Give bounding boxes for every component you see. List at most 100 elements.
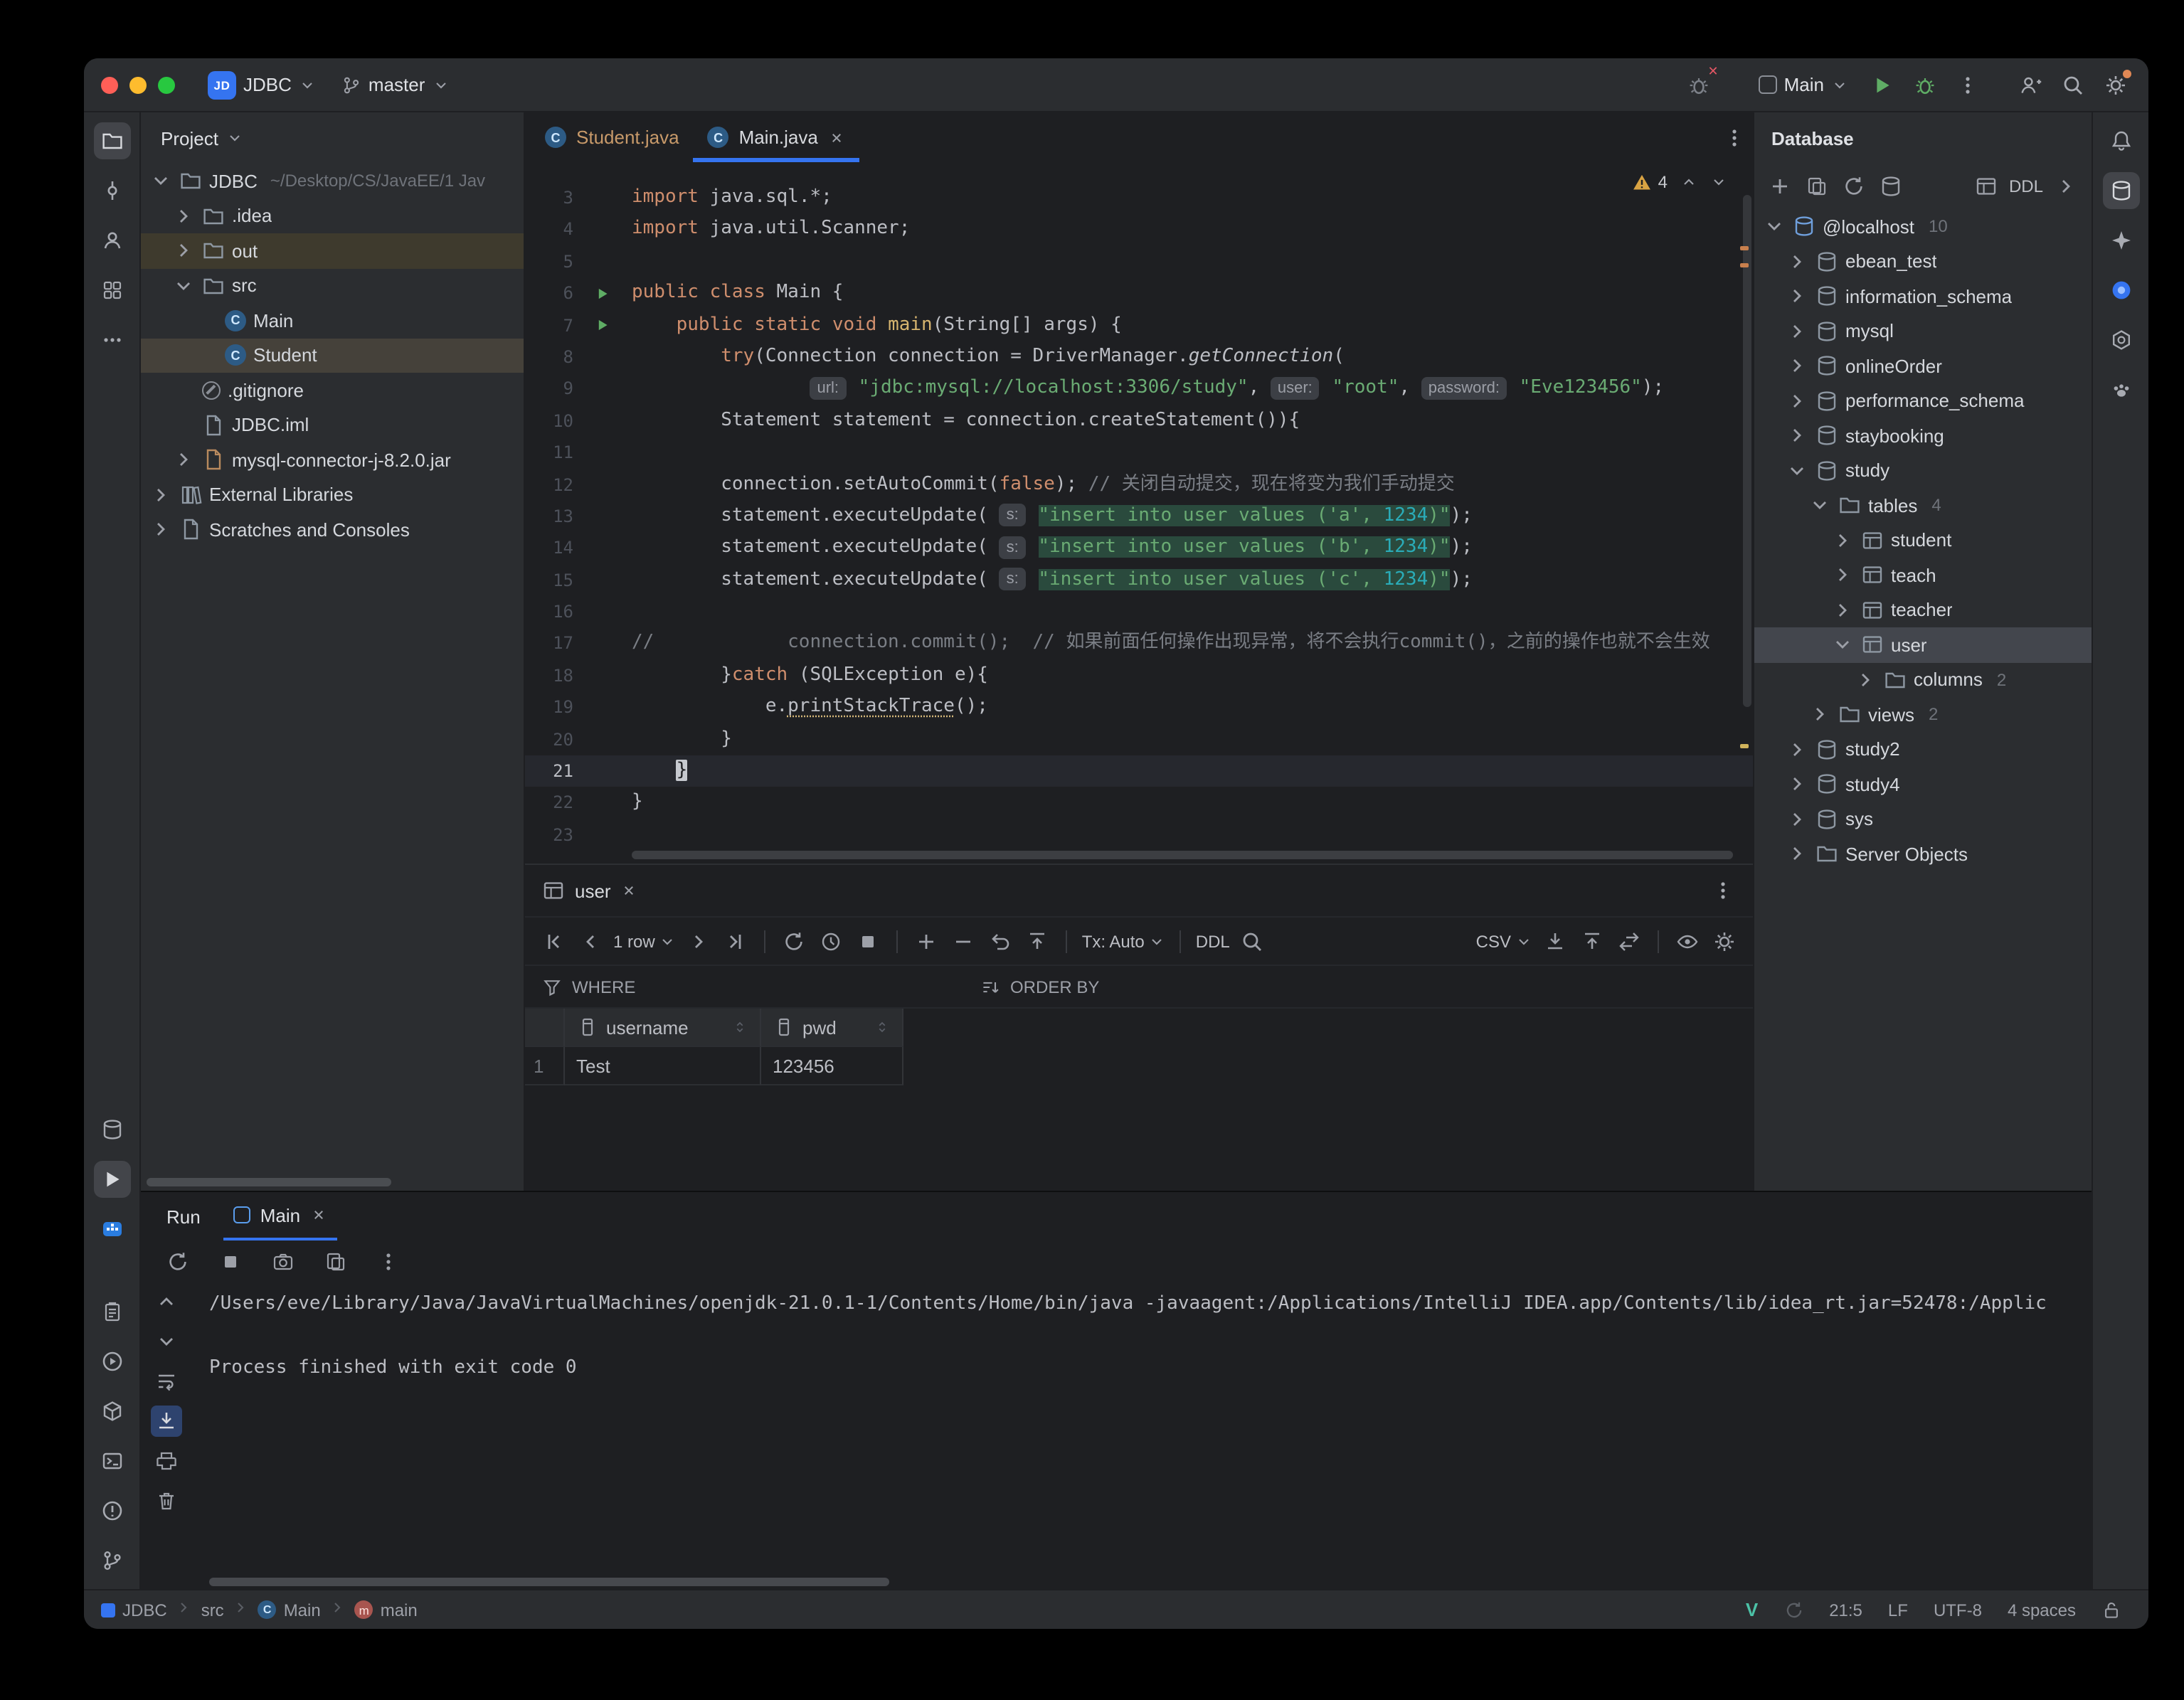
background-tasks-icon[interactable] (1774, 1600, 1813, 1620)
project-tree-item-scratches-and-consoles[interactable]: Scratches and Consoles (141, 512, 524, 547)
encoding-widget[interactable]: UTF-8 (1924, 1600, 1992, 1620)
page-size-selector[interactable]: 1 row (610, 924, 679, 958)
submit-changes-button[interactable] (1021, 924, 1055, 958)
paw-plugin-button[interactable] (2102, 371, 2139, 408)
code-line-5[interactable]: 5 (525, 246, 1753, 278)
sort-icon[interactable] (874, 1019, 891, 1036)
plugin-blue-button[interactable] (2102, 272, 2139, 309)
expand-toolbar-button[interactable] (2049, 169, 2083, 203)
debug-button[interactable] (1907, 66, 1944, 103)
code-line-10[interactable]: 10 Statement statement = connection.crea… (525, 405, 1753, 437)
code-line-17[interactable]: 17// connection.commit(); // 如果前面任何操作出现异… (525, 628, 1753, 660)
code-line-14[interactable]: 14 statement.executeUpdate( s: "insert i… (525, 533, 1753, 565)
problems-toolwindow-button[interactable] (93, 1492, 130, 1529)
import-data-button[interactable] (1575, 924, 1609, 958)
scroll-up-button[interactable] (151, 1286, 182, 1317)
more-run-actions-button[interactable] (1949, 66, 1986, 103)
code-line-3[interactable]: 3 import java.sql.*; (525, 182, 1753, 214)
project-tree-scrollbar[interactable] (147, 1178, 391, 1186)
run-line-icon[interactable] (582, 318, 622, 334)
first-page-button[interactable] (536, 924, 571, 958)
add-data-source-button[interactable] (1763, 169, 1797, 203)
db-tree-item-student[interactable]: student (1754, 523, 2092, 558)
code-line-20[interactable]: 20 } (525, 723, 1753, 755)
todo-toolwindow-button[interactable] (93, 1293, 130, 1330)
project-tree-item-idea[interactable]: .idea (141, 198, 524, 233)
add-row-button[interactable] (910, 924, 944, 958)
close-icon[interactable] (621, 882, 638, 899)
error-stripe-mark[interactable] (1740, 246, 1749, 250)
code-line-9[interactable]: 9 url: "jdbc:mysql://localhost:3306/stud… (525, 373, 1753, 405)
db-tree-item-views[interactable]: views 2 (1754, 697, 2092, 732)
code-with-me-button[interactable] (2012, 66, 2049, 103)
console-options-button[interactable] (371, 1245, 405, 1279)
scroll-to-end-button[interactable] (151, 1406, 182, 1437)
breadcrumb-item-jdbc[interactable]: JDBC (101, 1600, 167, 1620)
generate-ddl-button[interactable]: DDL (2006, 169, 2046, 203)
tab-student-java[interactable]: C Student.java (531, 112, 694, 162)
db-tree-item-mysql[interactable]: mysql (1754, 314, 2092, 349)
code-line-8[interactable]: 8 try(Connection connection = DriverMana… (525, 341, 1753, 373)
file-lock-icon[interactable] (2092, 1600, 2131, 1620)
breadcrumb-item-main[interactable]: m main (354, 1600, 418, 1620)
close-window-button[interactable] (101, 76, 118, 93)
project-toolwindow-button[interactable] (93, 122, 130, 159)
run-line-icon[interactable] (582, 286, 622, 302)
db-tree-item-onlineorder[interactable]: onlineOrder (1754, 349, 2092, 383)
pull-requests-toolwindow-button[interactable] (93, 222, 130, 259)
grid-cell-username[interactable]: Test (565, 1047, 761, 1085)
close-icon[interactable] (828, 129, 845, 146)
notifications-button[interactable] (2102, 122, 2139, 159)
stop-process-button[interactable] (213, 1245, 248, 1279)
project-tree-item-mysql-connector-j-8-2-0-jar[interactable]: mysql-connector-j-8.2.0.jar (141, 442, 524, 477)
soft-wrap-button[interactable] (151, 1366, 182, 1397)
delete-row-button[interactable] (947, 924, 981, 958)
code-line-22[interactable]: 22} (525, 787, 1753, 819)
db-tree-item-ebean-test[interactable]: ebean_test (1754, 244, 2092, 279)
build-toolwindow-button[interactable] (93, 1393, 130, 1430)
project-tree-item-gitignore[interactable]: .gitignore (141, 373, 524, 408)
line-separator-widget[interactable]: LF (1878, 1600, 1918, 1620)
code-line-15[interactable]: 15 statement.executeUpdate( s: "insert i… (525, 564, 1753, 596)
table-panel-menu-button[interactable] (1705, 872, 1742, 909)
column-header-pwd[interactable]: pwd (761, 1009, 903, 1047)
editor-horizontal-scrollbar[interactable] (632, 851, 1733, 859)
terminal-toolwindow-button[interactable] (93, 1443, 130, 1479)
database-toolwindow-button[interactable] (2102, 172, 2139, 209)
data-source-properties-button[interactable] (1874, 169, 1908, 203)
column-header-username[interactable]: username (565, 1009, 761, 1047)
where-filter[interactable]: WHERE (525, 977, 963, 997)
search-everywhere-button[interactable] (2055, 66, 2092, 103)
inspections-widget[interactable]: 4 (1633, 172, 1727, 192)
project-tree-item-src[interactable]: src (141, 268, 524, 303)
ai-assistant-toolwindow-button[interactable] (2102, 222, 2139, 259)
caret-position-widget[interactable]: 21:5 (1819, 1600, 1872, 1620)
duplicate-data-source-button[interactable] (1800, 169, 1834, 203)
project-panel-header[interactable]: Project (141, 112, 524, 164)
code-editor[interactable]: 3 import java.sql.*; 4 import java.util.Sca… (525, 164, 1753, 864)
scroll-down-button[interactable] (151, 1326, 182, 1357)
project-tree-item-out[interactable]: out (141, 233, 524, 268)
commit-toolwindow-button[interactable] (93, 172, 130, 209)
close-icon[interactable] (310, 1206, 327, 1223)
db-tree-item-study[interactable]: study (1754, 453, 2092, 488)
export-data-button[interactable] (1538, 924, 1572, 958)
project-tree-item-jdbc-iml[interactable]: JDBC.iml (141, 408, 524, 442)
compare-data-button[interactable] (1612, 924, 1646, 958)
db-tree-item-study4[interactable]: study4 (1754, 767, 2092, 802)
error-stripe-mark[interactable] (1740, 744, 1749, 748)
run-tab-main[interactable]: Main (223, 1192, 338, 1241)
export-format-selector[interactable]: CSV (1473, 924, 1535, 958)
grid-settings-button[interactable] (1707, 924, 1742, 958)
transaction-mode-selector[interactable]: Tx: Auto (1079, 924, 1169, 958)
grid-cell-pwd[interactable]: 123456 (761, 1047, 903, 1085)
project-tree-item-external-libraries[interactable]: External Libraries (141, 477, 524, 512)
db-tree-item-study2[interactable]: study2 (1754, 732, 2092, 767)
db-tree-item-server-objects[interactable]: Server Objects (1754, 836, 2092, 871)
git-toolwindow-button[interactable] (93, 1542, 130, 1579)
db-tree-item-staybooking[interactable]: staybooking (1754, 418, 2092, 453)
docker-toolwindow-button[interactable] (93, 1211, 130, 1248)
next-page-button[interactable] (682, 924, 716, 958)
breadcrumb-item-src[interactable]: src (201, 1600, 224, 1620)
profiler-disabled-icon[interactable] (1680, 63, 1719, 103)
